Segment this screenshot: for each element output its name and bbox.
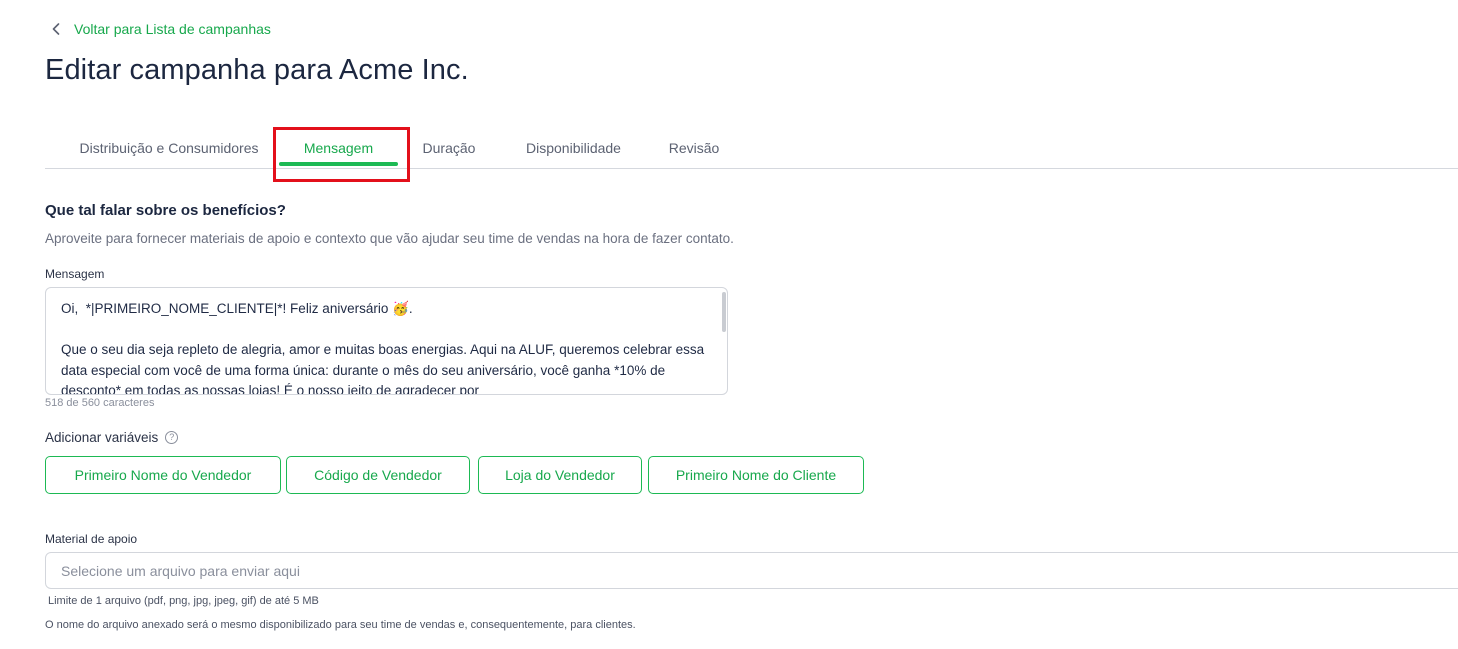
variable-seller-first-name-button[interactable]: Primeiro Nome do Vendedor — [45, 456, 281, 494]
add-variables-text: Adicionar variáveis — [45, 430, 159, 445]
page-title: Editar campanha para Acme Inc. — [45, 54, 469, 86]
message-scrollbar[interactable] — [722, 292, 726, 332]
section-title: Que tal falar sobre os benefícios? — [45, 202, 286, 219]
file-name-hint: O nome do arquivo anexado será o mesmo d… — [45, 619, 636, 631]
tab-bar: Distribuição e Consumidores Mensagem Dur… — [45, 128, 1458, 169]
variable-client-first-name-button[interactable]: Primeiro Nome do Cliente — [648, 456, 864, 494]
variable-seller-code-button[interactable]: Código de Vendedor — [286, 456, 470, 494]
message-text[interactable]: Oi, *|PRIMEIRO_NOME_CLIENTE|*! Feliz ani… — [46, 288, 727, 394]
tab-availability[interactable]: Disponibilidade — [511, 128, 636, 168]
tab-duration[interactable]: Duração — [410, 128, 488, 168]
add-variables-label: Adicionar variáveis ? — [45, 430, 179, 445]
variable-seller-store-button[interactable]: Loja do Vendedor — [478, 456, 642, 494]
file-limit-hint: Limite de 1 arquivo (pdf, png, jpg, jpeg… — [48, 595, 319, 607]
message-textarea[interactable]: Oi, *|PRIMEIRO_NOME_CLIENTE|*! Feliz ani… — [45, 287, 728, 395]
back-link-label: Voltar para Lista de campanhas — [74, 21, 271, 37]
tab-message[interactable]: Mensagem — [279, 128, 398, 168]
tab-distribution[interactable]: Distribuição e Consumidores — [59, 128, 279, 168]
tab-review[interactable]: Revisão — [660, 128, 728, 168]
support-material-label: Material de apoio — [45, 532, 138, 546]
chevron-left-icon — [50, 20, 62, 38]
char-counter: 518 de 560 caracteres — [45, 397, 155, 409]
back-to-campaigns-link[interactable]: Voltar para Lista de campanhas — [50, 20, 271, 38]
section-description: Aproveite para fornecer materiais de apo… — [45, 231, 734, 246]
message-label: Mensagem — [45, 267, 105, 281]
help-icon[interactable]: ? — [165, 431, 179, 444]
file-upload-input[interactable]: Selecione um arquivo para enviar aqui — [45, 552, 1458, 589]
